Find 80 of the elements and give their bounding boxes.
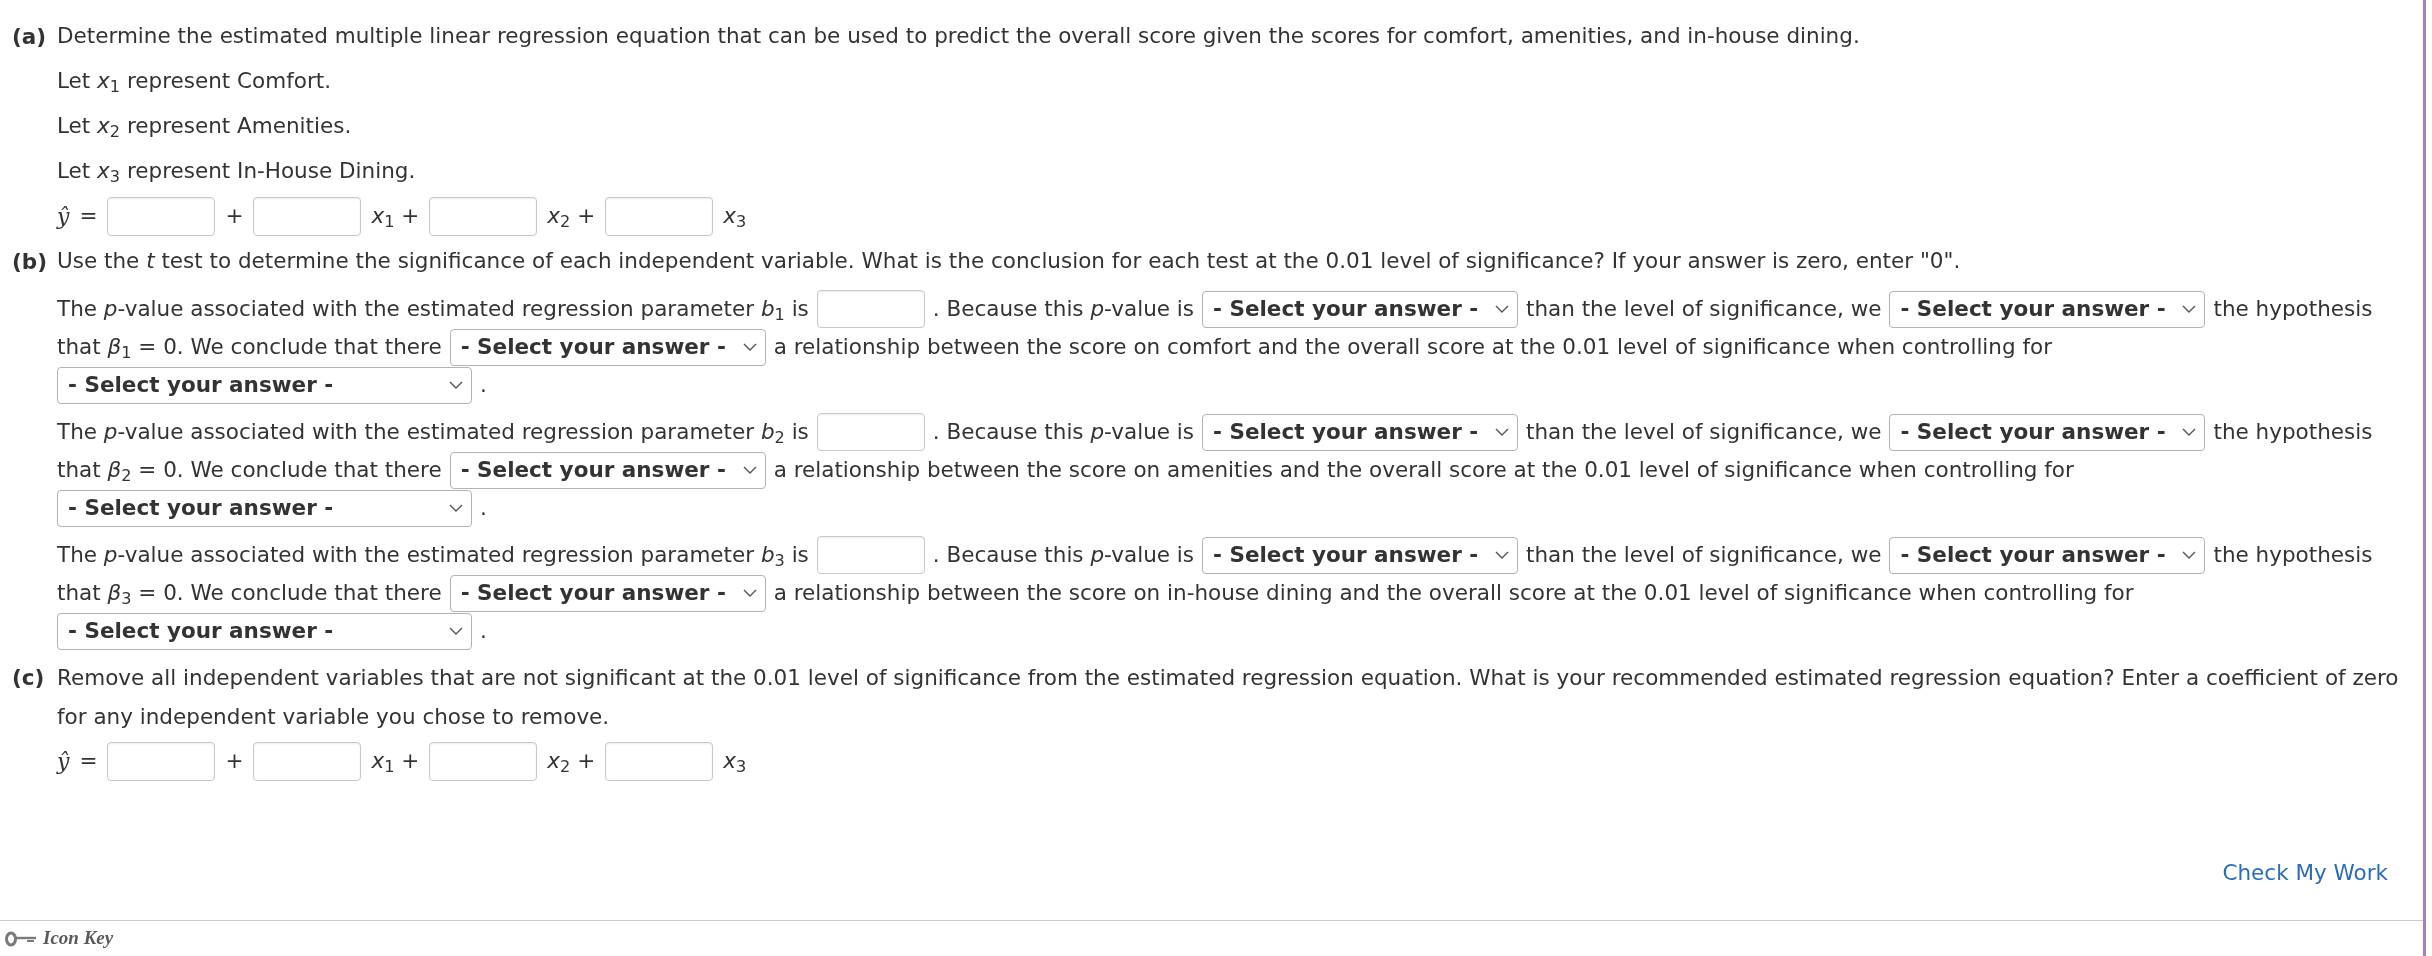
answer-input[interactable] [253, 197, 362, 236]
question-text: The p-value associated with the estimated regression parameter b$_{2}$ is [57, 417, 809, 449]
y-hat-symbol: ŷ [57, 203, 70, 231]
answer-input[interactable] [816, 536, 925, 574]
answer-input[interactable] [429, 742, 538, 781]
chevron-down-icon [2182, 428, 2197, 436]
equation-term: x$_{3}$ [723, 747, 747, 778]
y-hat-symbol: ŷ [57, 748, 70, 776]
chevron-down-icon [1495, 305, 1509, 313]
definition-text: Let x$_{3}$ represent In-House Dining. [57, 157, 416, 188]
answer-dropdown[interactable]: - Select your answer - [449, 328, 766, 366]
question-text: than the level of significance, we [1526, 540, 1882, 569]
question-text: Use the t test to determine the significance of each independent variable. What is the conclusion for each test at the 0.01 level of significance? If your answer is zero, enter "0". [57, 247, 1961, 276]
equation-term: x$_{2}$ + [547, 747, 596, 778]
answer-input[interactable] [816, 290, 925, 328]
question-text: a relationship between the score on in-house dining and the overall score at the 0.01 level of significance when controlling for [773, 578, 2134, 607]
question-text: that β$_{1}$ = 0. We conclude that there [57, 332, 442, 364]
question-text: Remove all independent variables that are not significant at the 0.01 level of significance from the estimated regression equation. What is your recommended estimated regression equation? Enter a coefficient of zero for any independent variable you chose to remove. [57, 664, 2400, 731]
answer-dropdown[interactable]: - Select your answer - [449, 451, 766, 489]
chevron-down-icon [2182, 551, 2197, 559]
question-text: the hypothesis [2213, 417, 2373, 446]
question-text: that β$_{2}$ = 0. We conclude that there [57, 455, 442, 487]
chevron-down-icon [742, 343, 757, 351]
part-label: (a) [12, 23, 48, 51]
answer-dropdown[interactable]: - Select your answer - [57, 489, 472, 527]
equation-term: + [225, 202, 244, 231]
answer-input[interactable] [605, 742, 714, 781]
equation-term: x$_{3}$ [723, 202, 747, 233]
part-label: (c) [12, 664, 46, 692]
question-text: . [480, 370, 487, 399]
question-text: a relationship between the score on amenities and the overall score at the 0.01 level of significance when controlling for [773, 455, 2074, 484]
answer-dropdown[interactable]: - Select your answer - [1889, 413, 2206, 451]
question-text: . [480, 616, 487, 645]
answer-dropdown[interactable]: - Select your answer - [57, 612, 472, 650]
chevron-down-icon [449, 381, 463, 389]
chevron-down-icon [1495, 551, 1509, 559]
answer-input[interactable] [107, 742, 216, 781]
chevron-down-icon [449, 504, 463, 512]
definition-text: Let x$_{1}$ represent Comfort. [57, 67, 331, 98]
answer-dropdown[interactable]: - Select your answer - [1889, 290, 2206, 328]
answer-input[interactable] [429, 197, 538, 236]
answer-dropdown[interactable]: - Select your answer - [1202, 290, 1518, 328]
answer-dropdown[interactable]: - Select your answer - [449, 574, 766, 612]
answer-input[interactable] [605, 197, 714, 236]
question-text: . Because this p-value is [932, 540, 1194, 569]
question-text: The p-value associated with the estimated regression parameter b$_{3}$ is [57, 540, 809, 572]
question-text: The p-value associated with the estimated regression parameter b$_{1}$ is [57, 294, 809, 326]
answer-dropdown[interactable]: - Select your answer - [1202, 536, 1518, 574]
question-text: Determine the estimated multiple linear regression equation that can be used to predict the overall score given the scores for comfort, amenities, and in-house dining. [57, 22, 1860, 51]
question-text: . Because this p-value is [932, 294, 1194, 323]
question-text: the hypothesis [2213, 540, 2373, 569]
chevron-down-icon [449, 627, 463, 635]
chevron-down-icon [2182, 305, 2197, 313]
question-text: a relationship between the score on comfort and the overall score at the 0.01 level of significance when controlling for [773, 332, 2052, 361]
key-icon [5, 930, 37, 947]
answer-dropdown[interactable]: - Select your answer - [57, 366, 472, 404]
question-text: . Because this p-value is [932, 417, 1194, 446]
equation-term: + [225, 747, 244, 776]
check-work-link[interactable]: Check My Work [2222, 856, 2388, 890]
chevron-down-icon [742, 589, 757, 597]
question-text: the hypothesis [2213, 294, 2373, 323]
answer-input[interactable] [253, 742, 362, 781]
answer-input[interactable] [816, 413, 925, 451]
question-text: than the level of significance, we [1526, 294, 1882, 323]
equals-sign: = [79, 202, 98, 231]
equals-sign: = [79, 747, 98, 776]
answer-input[interactable] [107, 197, 216, 236]
chevron-down-icon [1495, 428, 1509, 436]
part-label: (b) [12, 248, 49, 276]
chevron-down-icon [742, 466, 757, 474]
equation-term: x$_{2}$ + [547, 202, 596, 233]
question-text: that β$_{3}$ = 0. We conclude that there [57, 578, 442, 610]
definition-text: Let x$_{2}$ represent Amenities. [57, 112, 352, 143]
icon-key-label[interactable]: Icon Key [43, 924, 114, 953]
equation-term: x$_{1}$ + [371, 202, 420, 233]
answer-dropdown[interactable]: - Select your answer - [1889, 536, 2206, 574]
answer-dropdown[interactable]: - Select your answer - [1202, 413, 1518, 451]
question-text: . [480, 493, 487, 522]
question-text: than the level of significance, we [1526, 417, 1882, 446]
equation-term: x$_{1}$ + [371, 747, 420, 778]
